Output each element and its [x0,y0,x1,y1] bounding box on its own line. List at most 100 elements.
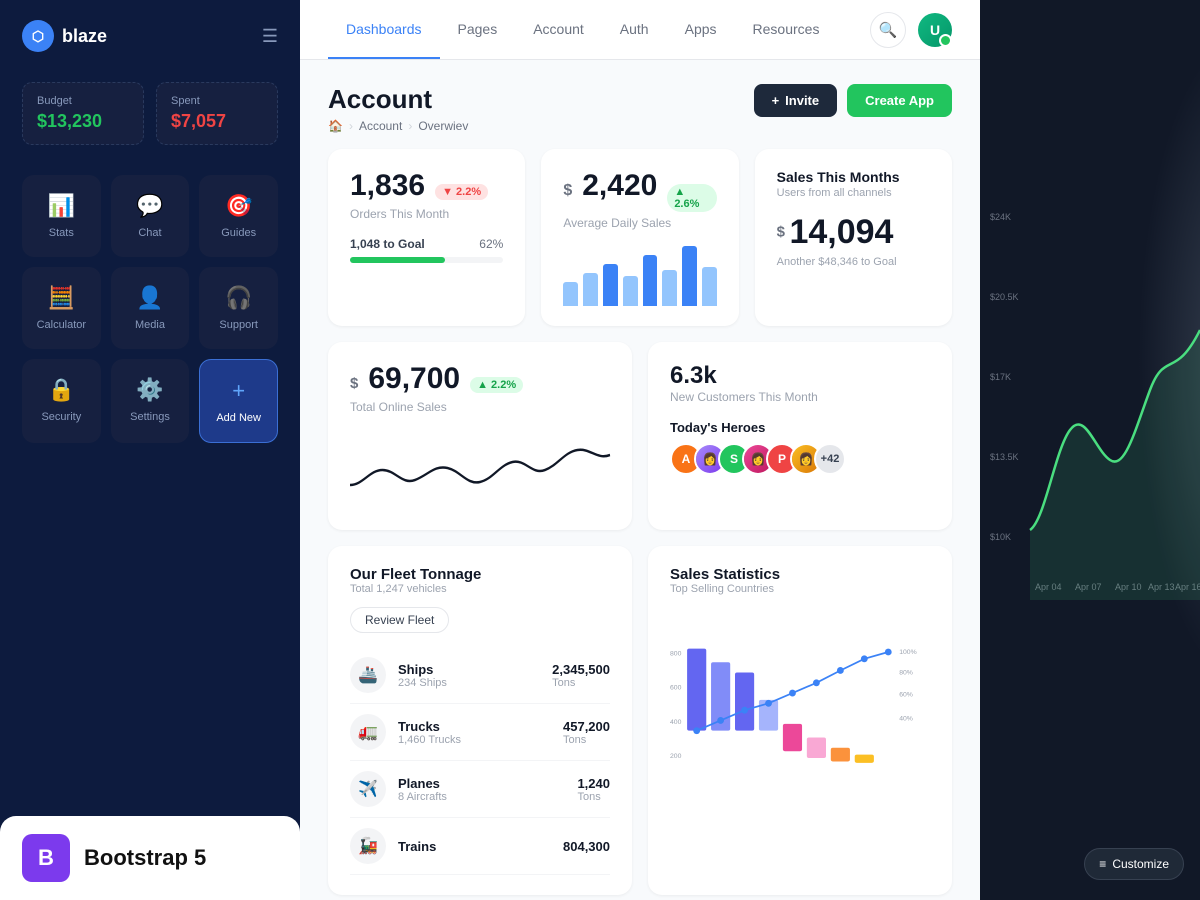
security-icon: 🔒 [48,377,75,403]
svg-text:$10K: $10K [990,532,1011,542]
nav-grid: 📊 Stats 💬 Chat 🎯 Guides 🧮 Calculator 👤 M… [0,165,300,453]
logo-icon: ⬡ [22,20,54,52]
second-row: $ 69,700 ▲ 2.2% Total Online Sales 6.3k … [328,342,952,530]
sales-month-sub: Users from all channels [777,187,930,199]
ships-info: Ships 234 Ships [398,662,540,689]
orders-label: Orders This Month [350,207,503,221]
create-app-button[interactable]: Create App [847,84,952,117]
daily-sales-label: Average Daily Sales [563,216,716,230]
breadcrumb-account: Account [359,119,402,133]
nav-item-stats[interactable]: 📊 Stats [22,175,101,257]
budget-card: Budget $13,230 [22,82,144,145]
chat-icon: 💬 [136,193,163,219]
settings-label: Settings [130,411,170,423]
nav-item-media[interactable]: 👤 Media [111,267,190,349]
orders-progress-fill [350,257,445,263]
trains-info: Trains [398,839,551,854]
bootstrap-badge: B Bootstrap 5 [0,816,300,900]
orders-goal: 1,048 to Goal [350,237,425,251]
sales-month-prefix: $ [777,224,785,241]
media-label: Media [135,319,165,331]
planes-unit: Tons [577,791,610,803]
guides-label: Guides [221,227,256,239]
sales-stats-sub: Top Selling Countries [670,583,930,595]
online-sales-prefix: $ [350,375,358,392]
invite-plus-icon: + [772,93,780,108]
fleet-title: Our Fleet Tonnage [350,566,610,583]
ships-icon: 🚢 [350,657,386,693]
svg-text:800: 800 [670,650,682,657]
sales-line-chart: $24K $20.5K $17K $13.5K $10K Apr 04 Apr … [980,0,1200,900]
daily-sales-value: 2,420 [582,169,657,203]
trains-icon: 🚂 [350,828,386,864]
nav-item-calculator[interactable]: 🧮 Calculator [22,267,101,349]
security-label: Security [41,411,81,423]
spent-value: $7,057 [171,111,263,132]
nav-item-security[interactable]: 🔒 Security [22,359,101,443]
customers-value: 6.3k [670,362,930,390]
tab-apps[interactable]: Apps [667,0,735,59]
nav-item-guides[interactable]: 🎯 Guides [199,175,278,257]
svg-text:100%: 100% [899,649,916,656]
nav-tabs: Dashboards Pages Account Auth Apps Resou… [328,0,837,59]
sidebar-header: ⬡ blaze ☰ [0,0,300,72]
trains-value: 804,300 [563,839,610,854]
planes-value: 1,240 [577,776,610,791]
nav-item-add-new[interactable]: + Add New [199,359,278,443]
page-title: Account [328,84,468,115]
fleet-row-trains: 🚂 Trains 804,300 [350,818,610,875]
svg-text:80%: 80% [899,670,913,677]
spent-label: Spent [171,95,263,107]
trucks-unit: Tons [563,734,610,746]
tab-dashboards[interactable]: Dashboards [328,0,440,59]
planes-desc: 8 Aircrafts [398,791,565,803]
invite-button[interactable]: + Invite [754,84,838,117]
heroes-title: Today's Heroes [670,420,930,435]
fleet-section: Our Fleet Tonnage Total 1,247 vehicles R… [328,546,952,895]
trucks-icon: 🚛 [350,714,386,750]
nav-item-settings[interactable]: ⚙️ Settings [111,359,190,443]
fleet-card: Our Fleet Tonnage Total 1,247 vehicles R… [328,546,632,895]
user-avatar[interactable]: U [918,13,952,47]
tab-account[interactable]: Account [515,0,602,59]
planes-name: Planes [398,776,565,791]
customize-label: Customize [1112,857,1169,871]
stats-icon: 📊 [48,193,75,219]
nav-item-chat[interactable]: 💬 Chat [111,175,190,257]
review-fleet-button[interactable]: Review Fleet [350,607,449,633]
main-content: Dashboards Pages Account Auth Apps Resou… [300,0,980,900]
customize-button[interactable]: ≡ Customize [1084,848,1184,880]
ships-name: Ships [398,662,540,677]
calculator-icon: 🧮 [48,285,75,311]
ships-unit: Tons [552,677,610,689]
top-nav: Dashboards Pages Account Auth Apps Resou… [300,0,980,60]
tab-auth[interactable]: Auth [602,0,667,59]
menu-icon[interactable]: ☰ [262,26,278,47]
add-new-label: Add New [216,412,261,424]
calculator-label: Calculator [37,319,87,331]
daily-sales-prefix: $ [563,182,572,200]
customers-label: New Customers This Month [670,390,930,404]
stats-grid: 1,836 ▼ 2.2% Orders This Month 1,048 to … [328,149,952,326]
logo-area: ⬡ blaze [22,20,107,52]
trucks-value: 457,200 [563,719,610,734]
support-label: Support [219,319,258,331]
svg-text:600: 600 [670,685,682,692]
fleet-row-ships: 🚢 Ships 234 Ships 2,345,500 Tons [350,647,610,704]
stats-label: Stats [49,227,74,239]
breadcrumb-overwiev: Overwiev [418,119,468,133]
spent-card: Spent $7,057 [156,82,278,145]
tab-pages[interactable]: Pages [440,0,516,59]
sales-month-title: Sales This Months [777,169,930,185]
sales-month-goal: Another $48,346 to Goal [777,256,930,268]
content-area: Account 🏠 › Account › Overwiev + Invite … [300,60,980,900]
chat-label: Chat [138,227,161,239]
customize-icon: ≡ [1099,857,1106,871]
search-button[interactable]: 🔍 [870,12,906,48]
orders-pct: 62% [479,237,503,251]
nav-item-support[interactable]: 🎧 Support [199,267,278,349]
sales-stats-chart: 800 600 400 200 [670,607,930,827]
sales-stats-title: Sales Statistics [670,566,930,583]
tab-resources[interactable]: Resources [735,0,838,59]
planes-info: Planes 8 Aircrafts [398,776,565,803]
